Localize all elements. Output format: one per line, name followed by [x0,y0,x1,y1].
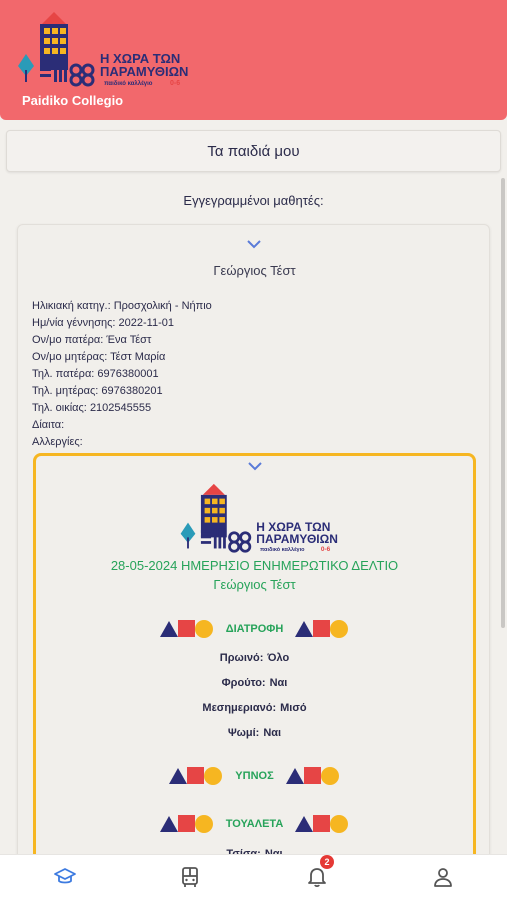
report-child-name: Γεώργιος Τέστ [213,577,296,592]
info-row: Ον/μο πατέρα: Ένα Τέστ [32,334,152,346]
child-name: Γεώργιος Τέστ [213,263,296,278]
diet-row: Φρούτο: Ναι [221,677,288,689]
enrolled-students-label: Εγγεγραμμένοι μαθητές: [183,193,324,208]
info-row: Ον/μο μητέρας: Τέστ Μαρία [32,351,166,363]
bottom-nav [0,854,507,900]
page-title: Τα παιδιά μου [6,130,501,172]
shapes-icon [159,815,213,833]
graduation-cap-icon[interactable] [53,865,77,889]
toilet-section-header: ΤΟΥΑΛΕΤΑ [36,814,473,834]
svg-text:ΠΑΡΑΜΥΘΙΩΝ: ΠΑΡΑΜΥΘΙΩΝ [256,532,338,546]
svg-text:παιδικό καλλέγιο: παιδικό καλλέγιο [260,547,305,553]
diet-row: Πρωινό: Όλο [219,652,290,664]
shapes-icon [159,620,213,638]
shapes-icon [295,620,349,638]
info-row: Ηλικιακή κατηγ.: Προσχολική - Νήπιο [32,300,212,312]
child-info-list: Ηλικιακή κατηγ.: Προσχολική - Νήπιο Ημ/ν… [32,298,212,451]
report-date-title: 28-05-2024 ΗΜΕΡΗΣΙΟ ΕΝΗΜΕΡΩΤΙΚΟ ΔΕΛΤΙΟ [110,558,399,573]
chevron-down-icon[interactable] [246,239,262,249]
scrollbar[interactable] [501,178,505,628]
bus-icon[interactable] [178,865,202,889]
diet-title: ΔΙΑΤΡΟΦΗ [225,623,284,635]
kindergarten-logo: Η ΧΩΡΑ ΤΩΝ ΠΑΡΑΜΥΘΙΩΝ παιδικό καλλέγιο 0… [18,12,188,87]
info-row: Τηλ. οικίας: 2102545555 [32,402,152,414]
toilet-title: ΤΟΥΑΛΕΤΑ [225,818,284,830]
diet-row: Ψωμί: Ναι [227,727,282,739]
shapes-icon [169,767,223,785]
info-row: Αλλεργίες: [32,436,83,448]
daily-report: Η ΧΩΡΑ ΤΩΝ ΠΑΡΑΜΥΘΙΩΝ παιδικό καλλέγιο 0… [33,453,476,873]
notification-badge: 2 [320,855,334,869]
info-row: Δίαιτα: [32,419,65,431]
svg-text:0-6: 0-6 [170,80,180,87]
kindergarten-logo: Η ΧΩΡΑ ΤΩΝ ΠΑΡΑΜΥΘΙΩΝ παιδικό καλλέγιο 0… [180,483,338,553]
info-row: Τηλ. μητέρας: 6976380201 [32,385,163,397]
svg-text:0-6: 0-6 [321,546,331,553]
sleep-title: ΥΠΝΟΣ [235,770,274,782]
shapes-icon [295,815,349,833]
app-header: Η ΧΩΡΑ ΤΩΝ ΠΑΡΑΜΥΘΙΩΝ παιδικό καλλέγιο 0… [0,0,507,120]
child-card: Γεώργιος Τέστ Ηλικιακή κατηγ.: Προσχολικ… [17,224,490,873]
info-row: Ημ/νία γέννησης: 2022-11-01 [32,317,174,329]
info-row: Τηλ. πατέρα: 6976380001 [32,368,159,380]
svg-text:ΠΑΡΑΜΥΘΙΩΝ: ΠΑΡΑΜΥΘΙΩΝ [100,64,188,79]
svg-text:παιδικό καλλέγιο: παιδικό καλλέγιο [104,81,153,87]
sleep-section-header: ΥΠΝΟΣ [36,766,473,786]
diet-section-header: ΔΙΑΤΡΟΦΗ [36,619,473,639]
user-icon[interactable] [431,865,455,889]
chevron-down-icon[interactable] [247,461,263,471]
shapes-icon [285,767,339,785]
diet-row: Μεσημεριανό: Μισό [202,702,307,714]
brand-name: Paidiko Collegio [22,93,124,108]
